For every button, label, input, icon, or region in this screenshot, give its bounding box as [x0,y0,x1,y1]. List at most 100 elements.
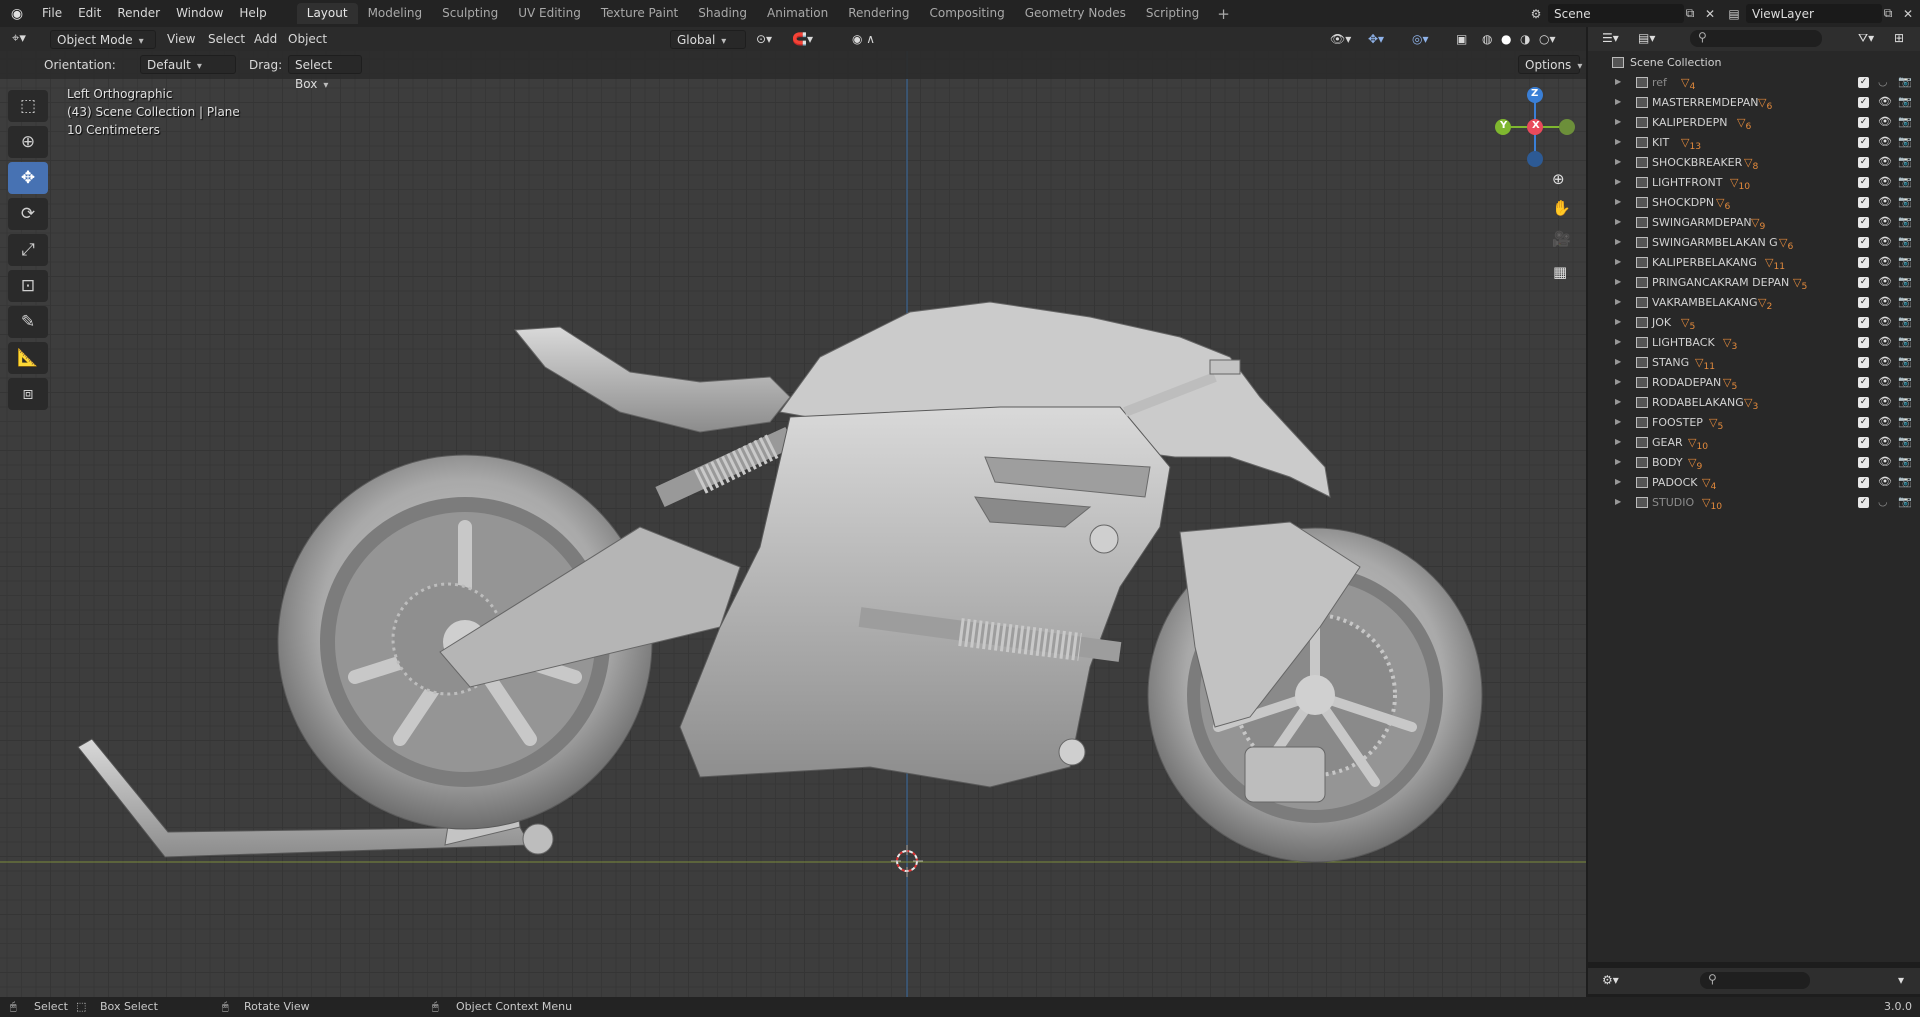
outliner-collection-row[interactable]: ▶ SWINGARMDEPAN ▽9 ✓ 👁 📷 [1588,213,1920,233]
render-camera-icon[interactable]: 📷 [1898,315,1912,328]
expand-arrow-icon[interactable]: ▶ [1615,257,1621,266]
wireframe-shading-icon[interactable]: ◍ [1482,27,1492,51]
add-cube-tool-icon[interactable]: ⧈ [8,378,48,410]
measure-tool-icon[interactable]: 📐 [8,342,48,374]
menu-view[interactable]: View [167,27,195,51]
expand-arrow-icon[interactable]: ▶ [1615,177,1621,186]
exclude-checkbox[interactable]: ✓ [1858,97,1869,108]
pan-hand-icon[interactable]: ✋ [1552,199,1571,217]
outliner-collection-row[interactable]: ▶ KIT ▽13 ✓ 👁 📷 [1588,133,1920,153]
add-workspace-icon[interactable]: + [1209,5,1238,23]
visibility-eye-icon[interactable]: 👁 [1878,135,1892,148]
render-camera-icon[interactable]: 📷 [1898,295,1912,308]
drag-dropdown[interactable]: Select Box [288,55,362,91]
tab-shading[interactable]: Shading [688,3,757,24]
properties-editor-type-icon[interactable]: ⚙▾ [1602,973,1619,987]
solid-shading-icon[interactable]: ● [1501,27,1511,51]
outliner-root-row[interactable]: Scene Collection [1588,53,1920,73]
render-camera-icon[interactable]: 📷 [1898,475,1912,488]
expand-arrow-icon[interactable]: ▶ [1615,317,1621,326]
expand-arrow-icon[interactable]: ▶ [1615,457,1621,466]
outliner-collection-row[interactable]: ▶ ref ▽4 ✓ ◡ 📷 [1588,73,1920,93]
render-camera-icon[interactable]: 📷 [1898,255,1912,268]
render-camera-icon[interactable]: 📷 [1898,175,1912,188]
expand-arrow-icon[interactable]: ▶ [1615,357,1621,366]
exclude-checkbox[interactable]: ✓ [1858,497,1869,508]
properties-options-icon[interactable]: ▾ [1898,973,1904,987]
expand-arrow-icon[interactable]: ▶ [1615,117,1621,126]
visibility-eye-icon[interactable]: 👁 [1878,215,1892,228]
tab-compositing[interactable]: Compositing [919,3,1014,24]
menu-help[interactable]: Help [231,0,274,27]
transform-orientation-dropdown[interactable]: Global [670,30,746,49]
render-camera-icon[interactable]: 📷 [1898,495,1912,508]
visibility-eye-icon[interactable]: 👁 [1878,195,1892,208]
viewlayer-icon[interactable]: ▤ [1724,4,1744,23]
outliner-collection-row[interactable]: ▶ PADOCK ▽4 ✓ 👁 📷 [1588,473,1920,493]
expand-arrow-icon[interactable]: ▶ [1615,477,1621,486]
expand-arrow-icon[interactable]: ▶ [1615,137,1621,146]
visibility-eye-icon[interactable]: 👁 [1878,315,1892,328]
tab-texture-paint[interactable]: Texture Paint [591,3,688,24]
visibility-eye-icon[interactable]: 👁 [1878,275,1892,288]
blender-logo-icon[interactable]: ◉ [0,6,34,22]
material-shading-icon[interactable]: ◑ [1520,27,1530,51]
visibility-eye-icon[interactable]: ◡ [1878,495,1888,508]
expand-arrow-icon[interactable]: ▶ [1615,277,1621,286]
menu-file[interactable]: File [34,0,70,27]
exclude-checkbox[interactable]: ✓ [1858,137,1869,148]
outliner-collection-row[interactable]: ▶ RODABELAKANG ▽3 ✓ 👁 📷 [1588,393,1920,413]
render-camera-icon[interactable]: 📷 [1898,135,1912,148]
visibility-eye-icon[interactable]: 👁 [1878,235,1892,248]
expand-arrow-icon[interactable]: ▶ [1615,497,1621,506]
pivot-icon[interactable]: ⊙▾ [756,27,772,51]
outliner-collection-row[interactable]: ▶ KALIPERBELAKANG ▽11 ✓ 👁 📷 [1588,253,1920,273]
display-mode-icon[interactable]: ▤▾ [1638,31,1655,45]
options-dropdown[interactable]: Options [1518,55,1580,74]
exclude-checkbox[interactable]: ✓ [1858,457,1869,468]
visibility-eye-icon[interactable]: 👁 [1878,175,1892,188]
menu-select[interactable]: Select [208,27,245,51]
visibility-eye-icon[interactable]: 👁 [1878,475,1892,488]
camera-view-icon[interactable]: 🎥 [1552,230,1571,248]
outliner-collection-row[interactable]: ▶ PRINGANCAKRAM DEPAN ▽5 ✓ 👁 📷 [1588,273,1920,293]
tab-uv-editing[interactable]: UV Editing [508,3,591,24]
expand-arrow-icon[interactable]: ▶ [1615,397,1621,406]
visibility-eye-icon[interactable]: 👁 [1878,255,1892,268]
tab-geometry-nodes[interactable]: Geometry Nodes [1015,3,1136,24]
expand-arrow-icon[interactable]: ▶ [1615,377,1621,386]
visibility-eye-icon[interactable]: 👁 [1878,335,1892,348]
editor-type-icon[interactable]: ⌖▾ [12,27,26,51]
exclude-checkbox[interactable]: ✓ [1858,437,1869,448]
exclude-checkbox[interactable]: ✓ [1858,337,1869,348]
exclude-checkbox[interactable]: ✓ [1858,257,1869,268]
gizmo-toggle-icon[interactable]: ✥▾ [1368,27,1384,51]
new-collection-icon[interactable]: ⊞ [1894,31,1904,45]
ortho-grid-icon[interactable]: ▦ [1553,263,1567,281]
render-camera-icon[interactable]: 📷 [1898,415,1912,428]
render-camera-icon[interactable]: 📷 [1898,235,1912,248]
rotate-tool-icon[interactable]: ⟳ [8,198,48,230]
outliner-collection-row[interactable]: ▶ GEAR ▽10 ✓ 👁 📷 [1588,433,1920,453]
tab-animation[interactable]: Animation [757,3,838,24]
exclude-checkbox[interactable]: ✓ [1858,317,1869,328]
exclude-checkbox[interactable]: ✓ [1858,477,1869,488]
select-box-tool-icon[interactable]: ⬚ [8,90,48,122]
tab-scripting[interactable]: Scripting [1136,3,1209,24]
snap-icon[interactable]: 🧲▾ [792,27,813,51]
render-camera-icon[interactable]: 📷 [1898,335,1912,348]
annotate-tool-icon[interactable]: ✎ [8,306,48,338]
visibility-eye-icon[interactable]: 👁 [1878,115,1892,128]
exclude-checkbox[interactable]: ✓ [1858,297,1869,308]
outliner-collection-row[interactable]: ▶ MASTERREMDEPAN ▽6 ✓ 👁 📷 [1588,93,1920,113]
viewlayer-name-field[interactable]: ViewLayer [1746,4,1882,23]
expand-arrow-icon[interactable]: ▶ [1615,437,1621,446]
exclude-checkbox[interactable]: ✓ [1858,77,1869,88]
exclude-checkbox[interactable]: ✓ [1858,217,1869,228]
menu-add[interactable]: Add [254,27,277,51]
visibility-eye-icon[interactable]: 👁 [1878,415,1892,428]
cursor-tool-icon[interactable]: ⊕ [8,126,48,158]
visibility-eye-icon[interactable]: 👁 [1878,395,1892,408]
new-viewlayer-icon[interactable]: ⧉ [1878,4,1898,23]
expand-arrow-icon[interactable]: ▶ [1615,97,1621,106]
